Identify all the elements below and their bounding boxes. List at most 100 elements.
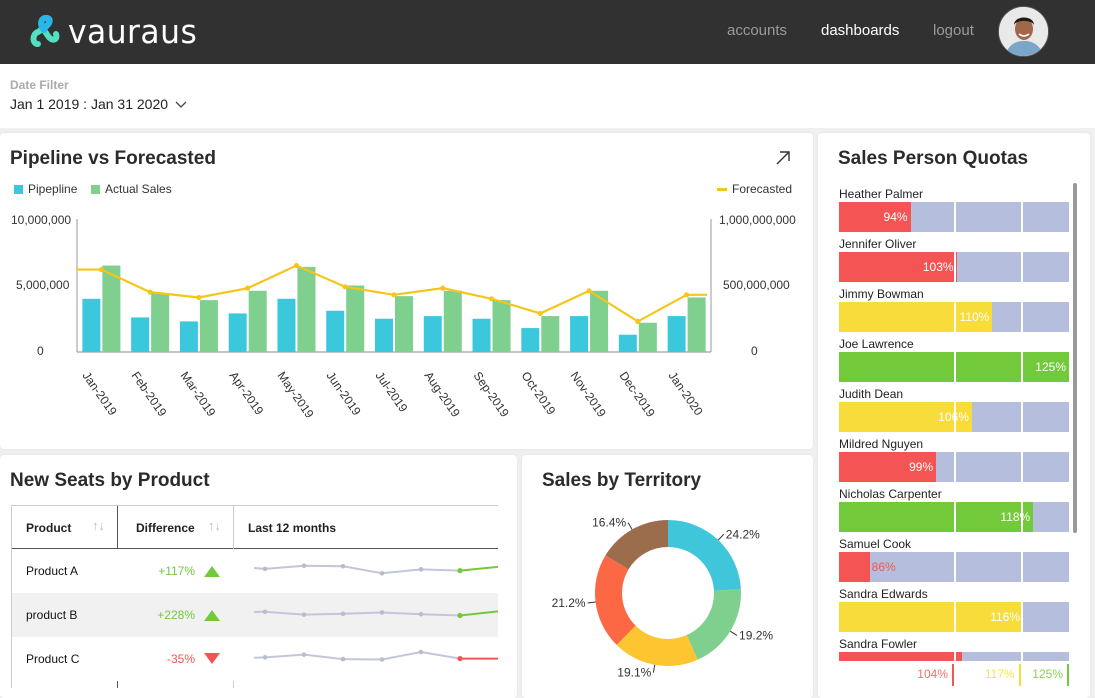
donut-leader-line <box>652 664 656 673</box>
bar-pipeline[interactable] <box>375 318 393 352</box>
sparkline-trend <box>459 565 498 572</box>
quota-bar[interactable] <box>839 652 1069 661</box>
forecast-point[interactable] <box>440 285 446 291</box>
arrow-down-icon <box>204 653 220 664</box>
arrow-up-icon <box>204 566 220 577</box>
quota-bar[interactable]: 86% <box>839 552 1069 582</box>
sparkline-point <box>418 611 424 617</box>
quota-bar[interactable]: 110% <box>839 302 1069 332</box>
quota-percent: 94% <box>883 210 908 224</box>
bar-pipeline[interactable] <box>570 316 589 352</box>
bar-pipeline[interactable] <box>472 318 491 352</box>
bar-actual-sales[interactable] <box>395 296 413 352</box>
column-header-product[interactable]: Product <box>26 521 71 535</box>
forecast-point[interactable] <box>98 266 104 273</box>
quota-band-label: 117% <box>984 667 1015 681</box>
quota-bar-fill <box>839 552 870 582</box>
donut-slice[interactable] <box>595 555 636 645</box>
sparkline-point <box>301 563 307 569</box>
forecast-point[interactable] <box>586 288 592 294</box>
donut-slice[interactable] <box>686 589 741 660</box>
column-header-last-12-months[interactable]: Last 12 months <box>248 521 336 535</box>
bar-pipeline[interactable] <box>179 321 198 352</box>
bar-actual-sales[interactable] <box>541 316 560 352</box>
sparkline <box>253 649 498 662</box>
bar-actual-sales[interactable] <box>297 266 316 352</box>
date-filter-dropdown[interactable]: Jan 1 2019 : Jan 31 2020 <box>10 96 187 112</box>
bar-pipeline[interactable] <box>423 316 442 352</box>
bar-pipeline[interactable] <box>228 313 247 352</box>
quotas-scrollbar[interactable] <box>1073 183 1077 533</box>
quota-person-name: Mildred Nguyen <box>839 437 924 451</box>
quota-bar[interactable]: 125% <box>839 352 1069 382</box>
sparkline-point <box>301 612 307 617</box>
bar-pipeline[interactable] <box>521 328 540 352</box>
quota-band-label: 104% <box>917 667 948 681</box>
sparkline-point <box>379 570 385 576</box>
column-header-difference[interactable]: Difference <box>136 521 195 535</box>
user-avatar[interactable] <box>998 6 1049 57</box>
bar-actual-sales[interactable] <box>248 290 267 352</box>
bar-actual-sales[interactable] <box>102 265 121 352</box>
quota-bar[interactable]: 116% <box>839 602 1069 632</box>
sparkline-history <box>253 564 461 575</box>
forecast-point[interactable] <box>196 294 202 301</box>
bar-actual-sales[interactable] <box>151 293 170 352</box>
quota-bar[interactable]: 118% <box>839 502 1069 532</box>
nav-accounts[interactable]: accounts <box>727 22 787 39</box>
quota-person-name: Jimmy Bowman <box>839 287 924 301</box>
table-row[interactable]: Product C -35% <box>12 637 498 681</box>
quota-band-divider <box>1020 252 1023 282</box>
bar-actual-sales[interactable] <box>443 290 462 352</box>
quota-bar[interactable]: 94% <box>839 202 1069 232</box>
donut-leader-line <box>587 601 596 604</box>
quota-percent: 125% <box>1035 360 1066 374</box>
quota-person-name: Jennifer Oliver <box>839 237 917 251</box>
bar-actual-sales[interactable] <box>687 297 706 352</box>
sort-icon[interactable]: ↑↓ <box>92 518 105 533</box>
nav-dashboards[interactable]: dashboards <box>821 22 899 39</box>
quota-band-marker <box>1067 664 1069 686</box>
table-row[interactable]: Product A +117% <box>12 549 498 593</box>
sparkline-point-current <box>457 612 463 619</box>
quota-band-divider <box>954 252 956 282</box>
forecast-point[interactable] <box>147 289 153 295</box>
bar-pipeline[interactable] <box>667 316 686 352</box>
quota-band-divider <box>1020 452 1023 482</box>
forecast-point[interactable] <box>684 292 690 298</box>
quota-band-divider <box>954 202 956 232</box>
bar-actual-sales[interactable] <box>346 285 365 353</box>
quota-percent: 99% <box>909 460 934 474</box>
forecast-point[interactable] <box>391 292 397 298</box>
forecast-point[interactable] <box>342 284 348 290</box>
sort-icon[interactable]: ↑↓ <box>208 518 221 533</box>
territory-title: Sales by Territory <box>542 470 702 491</box>
bar-pipeline[interactable] <box>326 310 345 352</box>
sparkline <box>253 609 498 619</box>
table-row[interactable]: product B +228% <box>12 593 498 637</box>
quota-person-name: Samuel Cook <box>839 537 912 551</box>
quota-bar[interactable]: 103% <box>839 252 1069 282</box>
quota-bar[interactable]: 106% <box>839 402 1069 432</box>
quota-percent: 116% <box>990 610 1020 624</box>
territory-card: Sales by Territory 24.2% 19.2% 19.1% 21.2% 1… <box>522 455 813 698</box>
bar-pipeline[interactable] <box>618 334 637 352</box>
forecast-point[interactable] <box>537 310 543 317</box>
donut-leader-line <box>729 630 738 636</box>
sparkline <box>253 563 498 576</box>
brand-logo[interactable]: vauraus <box>30 12 204 51</box>
bar-pipeline[interactable] <box>131 317 150 352</box>
forecast-point[interactable] <box>245 285 251 291</box>
quota-bar[interactable]: 99% <box>839 452 1069 482</box>
forecast-point[interactable] <box>293 262 300 269</box>
bar-pipeline[interactable] <box>82 298 101 352</box>
nav-logout[interactable]: logout <box>933 22 974 39</box>
bar-actual-sales[interactable] <box>638 322 657 352</box>
bar-actual-sales[interactable] <box>492 300 511 352</box>
forecast-point[interactable] <box>488 296 495 302</box>
forecast-point[interactable] <box>635 318 641 325</box>
quota-person-name: Nicholas Carpenter <box>839 487 942 501</box>
bar-actual-sales[interactable] <box>199 300 218 352</box>
bar-pipeline[interactable] <box>277 298 296 352</box>
sparkline-history <box>253 610 461 617</box>
